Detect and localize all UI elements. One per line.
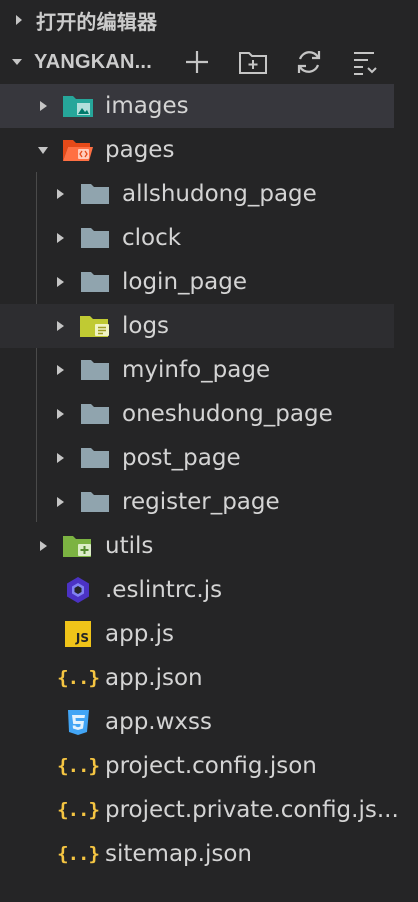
tree-item-utils[interactable]: utils (0, 524, 418, 568)
tree-item-label: clock (122, 225, 182, 251)
project-header[interactable]: YANGKAN... (0, 40, 418, 84)
folder-icon (79, 172, 111, 216)
tree-item-label: images (105, 93, 189, 119)
chevron-right-icon (52, 216, 68, 260)
chevron-right-icon (52, 348, 68, 392)
new-folder-button[interactable] (236, 45, 270, 79)
folder-icon (79, 480, 111, 524)
json-icon: {..} (57, 799, 100, 821)
collapse-all-icon (354, 52, 377, 75)
tree-item-label: login_page (122, 269, 247, 295)
json-icon: {..} (57, 755, 100, 777)
eslint-icon (62, 568, 94, 612)
tree-item-label: sitemap.json (105, 841, 252, 867)
project-name: YANGKAN... (34, 50, 152, 73)
tree-item-app-json[interactable]: {..} app.json (0, 656, 418, 700)
folder-icon (79, 216, 111, 260)
tree-item-label: post_page (122, 445, 241, 471)
chevron-down-icon (35, 128, 51, 172)
folder-icon (79, 436, 111, 480)
chevron-right-icon (35, 84, 51, 128)
tree-item-login-page[interactable]: login_page (0, 260, 418, 304)
chevron-right-icon (52, 480, 68, 524)
refresh-icon (297, 51, 321, 73)
tree-item-register-page[interactable]: register_page (0, 480, 418, 524)
project-actions (180, 40, 404, 84)
tree-item-label: myinfo_page (122, 357, 271, 383)
chevron-right-icon (52, 260, 68, 304)
chevron-right-icon (35, 524, 51, 568)
tree-item-label: allshudong_page (122, 181, 317, 207)
chevron-right-icon (52, 172, 68, 216)
tree-item-clock[interactable]: clock (0, 216, 418, 260)
folder-logs-icon (79, 304, 111, 348)
tree-item-label: register_page (122, 489, 280, 515)
collapse-all-button[interactable] (348, 45, 382, 79)
json-icon: {..} (57, 843, 100, 865)
tree-item-label: logs (122, 313, 170, 339)
new-folder-icon (239, 52, 267, 74)
chevron-right-icon (10, 14, 28, 26)
json-icon: {..} (57, 667, 100, 689)
tree-item-label: pages (105, 137, 175, 163)
tree-item-label: .eslintrc.js (105, 577, 223, 603)
tree-item-sitemap-json[interactable]: {..} sitemap.json (0, 832, 418, 876)
folder-images-icon (62, 84, 94, 128)
folder-utils-icon (62, 524, 94, 568)
tree-item-post-page[interactable]: post_page (0, 436, 418, 480)
tree-item-oneshudong-page[interactable]: oneshudong_page (0, 392, 418, 436)
refresh-button[interactable] (292, 45, 326, 79)
javascript-icon: JS (62, 612, 94, 656)
tree-item-label: utils (105, 533, 154, 559)
tree-item-label: oneshudong_page (122, 401, 333, 427)
tree-item-logs[interactable]: logs (0, 304, 394, 348)
new-file-button[interactable] (180, 45, 214, 79)
tree-item-label: project.private.config.js... (105, 797, 399, 823)
tree-item-project-config-json[interactable]: {..} project.config.json (0, 744, 418, 788)
folder-pages-open-icon (62, 128, 94, 172)
css-icon (62, 700, 94, 744)
chevron-right-icon (52, 304, 68, 348)
explorer-panel: 打开的编辑器 YANGKAN... images pages allshudon… (0, 0, 418, 902)
tree-item-images[interactable]: images (0, 84, 394, 128)
open-editors-label: 打开的编辑器 (36, 11, 158, 34)
tree-item-project-private-config-json[interactable]: {..} project.private.config.js... (0, 788, 418, 832)
tree-item-label: app.wxss (105, 709, 212, 735)
chevron-right-icon (52, 392, 68, 436)
plus-icon (186, 51, 208, 73)
tree-item-app-js[interactable]: JS app.js (0, 612, 418, 656)
chevron-right-icon (52, 436, 68, 480)
tree-item-label: project.config.json (105, 753, 317, 779)
tree-item-pages[interactable]: pages (0, 128, 418, 172)
chevron-down-icon (8, 57, 26, 67)
folder-icon (79, 260, 111, 304)
tree-item-label: app.json (105, 665, 203, 691)
js-badge: JS (65, 621, 91, 647)
folder-icon (79, 392, 111, 436)
tree-item-myinfo-page[interactable]: myinfo_page (0, 348, 418, 392)
tree-item-app-wxss[interactable]: app.wxss (0, 700, 418, 744)
tree-item-eslintrc[interactable]: .eslintrc.js (0, 568, 418, 612)
tree-item-allshudong-page[interactable]: allshudong_page (0, 172, 418, 216)
folder-icon (79, 348, 111, 392)
tree-item-label: app.js (105, 621, 174, 647)
open-editors-header[interactable]: 打开的编辑器 (0, 0, 418, 40)
